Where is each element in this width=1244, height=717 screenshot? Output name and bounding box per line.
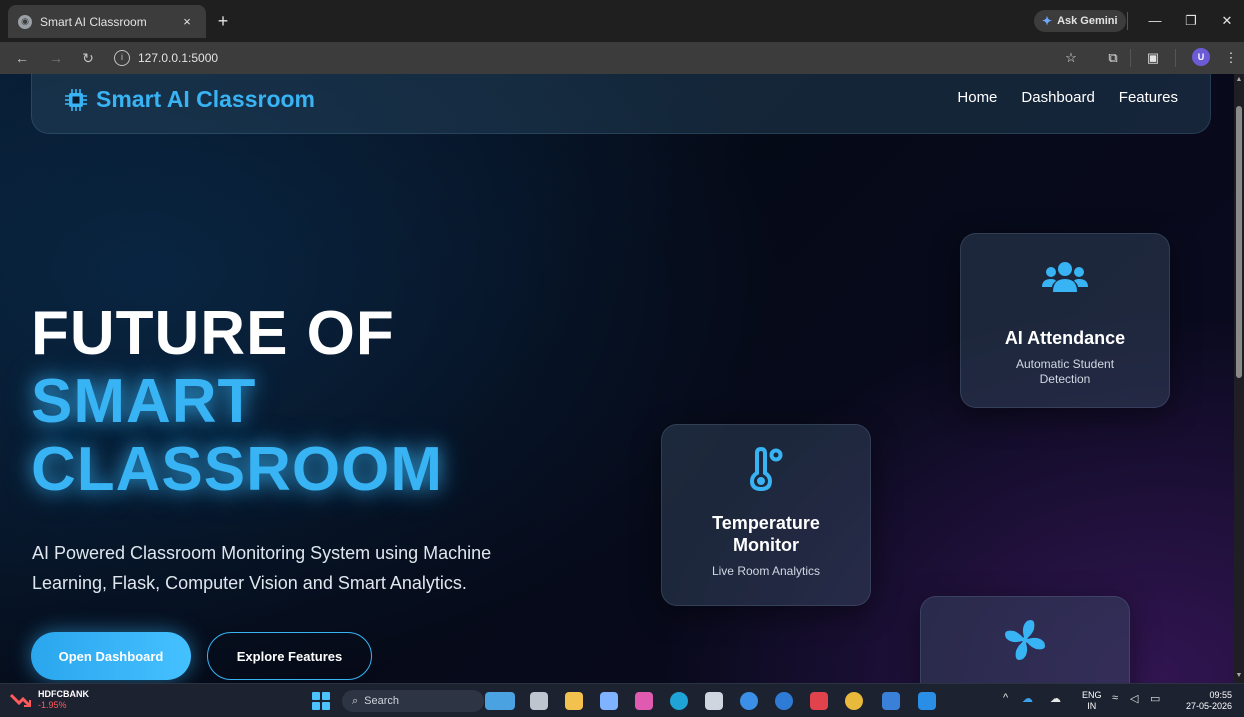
stock-name: HDFCBANK xyxy=(38,689,89,699)
cloud-sync-icon[interactable]: ☁ xyxy=(1050,692,1061,705)
card-title: Temperature Monitor xyxy=(712,513,820,555)
scroll-down-arrow-icon[interactable]: ▼ xyxy=(1235,672,1243,680)
address-bar-row: ← → ↻ i 127.0.0.1:5000 ☆ ⧉ ▣ ⋮ xyxy=(0,42,1244,74)
nav-home-link[interactable]: Home xyxy=(957,89,997,106)
extensions-puzzle-icon[interactable]: ⧉ xyxy=(1102,48,1124,68)
lang-top: ENG xyxy=(1082,690,1102,700)
edge-browser-icon[interactable] xyxy=(670,692,688,710)
site-info-icon[interactable]: i xyxy=(114,50,130,66)
thermometer-icon xyxy=(749,446,783,492)
lang-bottom: IN xyxy=(1087,701,1097,711)
nav-dashboard-link[interactable]: Dashboard xyxy=(1021,89,1094,106)
profile-avatar[interactable]: U xyxy=(1192,48,1210,66)
reload-icon[interactable]: ↻ xyxy=(78,48,98,68)
stock-trend-icon xyxy=(10,693,32,708)
bookmark-star-icon[interactable]: ☆ xyxy=(1060,48,1082,68)
language-indicator[interactable]: ENG IN xyxy=(1082,690,1102,712)
store-app-icon[interactable] xyxy=(705,692,723,710)
url-field[interactable]: i 127.0.0.1:5000 xyxy=(110,46,1090,70)
back-arrow-icon[interactable]: ← xyxy=(12,48,32,68)
chip-icon xyxy=(65,88,87,111)
side-panel-icon[interactable]: ▣ xyxy=(1142,48,1164,68)
taskbar-search[interactable]: ⌕ Search xyxy=(342,690,484,712)
windows-taskbar: HDFCBANK -1.95% ⌕ Search ^ ☁ ☁ ENG IN ≈ … xyxy=(0,683,1244,717)
menu-kebab-icon[interactable]: ⋮ xyxy=(1220,48,1242,68)
hp-app-icon[interactable] xyxy=(775,692,793,710)
ask-gemini-label: Ask Gemini xyxy=(1057,15,1118,27)
stock-change: -1.95% xyxy=(38,700,67,710)
browser-tab-strip: ◉ Smart AI Classroom × + ✦ Ask Gemini — … xyxy=(0,0,1244,42)
site-logo[interactable]: Smart AI Classroom xyxy=(64,86,315,113)
divider xyxy=(1130,49,1131,67)
open-dashboard-button[interactable]: Open Dashboard xyxy=(31,632,191,680)
feature-card-fan[interactable] xyxy=(920,596,1130,683)
tab-close-icon[interactable]: × xyxy=(178,14,196,29)
volume-icon[interactable]: ◁ xyxy=(1130,692,1138,705)
gemini-sparkle-icon: ✦ xyxy=(1042,14,1053,28)
forward-arrow-icon[interactable]: → xyxy=(46,48,66,68)
taskbar-clock[interactable]: 09:55 27-05-2026 xyxy=(1186,690,1232,712)
divider xyxy=(1175,49,1176,67)
divider xyxy=(1127,12,1128,30)
browser-tab[interactable]: ◉ Smart AI Classroom × xyxy=(8,5,206,38)
explore-features-button[interactable]: Explore Features xyxy=(207,632,372,680)
widgets-app-icon[interactable] xyxy=(485,692,515,710)
fan-icon xyxy=(1005,620,1045,660)
search-icon: ⌕ xyxy=(352,694,359,707)
notepad-app-icon[interactable] xyxy=(600,692,618,710)
hero-subtitle: AI Powered Classroom Monitoring System u… xyxy=(32,543,492,593)
hero-line-2: SMART xyxy=(31,367,257,436)
ask-gemini-button[interactable]: ✦ Ask Gemini xyxy=(1034,10,1126,32)
card-description: Automatic Student Detection xyxy=(1015,357,1115,386)
stock-widget[interactable]: HDFCBANK -1.95% xyxy=(10,689,89,711)
file-explorer-icon[interactable] xyxy=(565,692,583,710)
url-text: 127.0.0.1:5000 xyxy=(138,51,219,65)
battery-icon[interactable]: ▭ xyxy=(1150,692,1160,705)
clock-date: 27-05-2026 xyxy=(1185,701,1232,711)
wps-office-icon[interactable] xyxy=(810,692,828,710)
page-viewport: Smart AI Classroom Home Dashboard Featur… xyxy=(0,74,1244,683)
feature-card-temperature[interactable]: Temperature Monitor Live Room Analytics xyxy=(661,424,871,606)
hero-line-1: FUTURE OF xyxy=(31,299,395,368)
hero-line-3: CLASSROOM xyxy=(31,435,443,504)
help-app-icon[interactable] xyxy=(740,692,758,710)
copilot-app-icon[interactable] xyxy=(635,692,653,710)
site-menu: Home Dashboard Features xyxy=(957,89,1178,106)
close-window-icon[interactable]: ✕ xyxy=(1212,10,1242,32)
chrome-browser-icon[interactable] xyxy=(845,692,863,710)
new-tab-button[interactable]: + xyxy=(213,11,233,31)
feature-card-attendance[interactable]: AI Attendance Automatic Student Detectio… xyxy=(960,233,1170,408)
search-label: Search xyxy=(364,695,400,707)
scrollbar-thumb[interactable] xyxy=(1236,106,1242,378)
nav-features-link[interactable]: Features xyxy=(1119,89,1178,106)
wifi-icon[interactable]: ≈ xyxy=(1112,692,1118,704)
onedrive-cloud-icon[interactable]: ☁ xyxy=(1022,692,1033,705)
windows-start-icon[interactable] xyxy=(312,692,330,710)
globe-icon: ◉ xyxy=(18,14,32,29)
outlook-app-icon[interactable] xyxy=(882,692,900,710)
scroll-up-arrow-icon[interactable]: ▲ xyxy=(1235,76,1243,84)
tray-overflow-chevron-icon[interactable]: ^ xyxy=(1003,692,1008,704)
site-navbar: Smart AI Classroom Home Dashboard Featur… xyxy=(31,74,1211,134)
tab-title: Smart AI Classroom xyxy=(40,14,147,29)
hero-heading: FUTURE OF SMART CLASSROOM xyxy=(31,300,443,504)
clock-time: 09:55 xyxy=(1209,690,1232,700)
task-view-icon[interactable] xyxy=(530,692,548,710)
restore-icon[interactable]: ❐ xyxy=(1176,10,1206,32)
vscode-app-icon[interactable] xyxy=(918,692,936,710)
site-brand-name: Smart AI Classroom xyxy=(96,86,315,112)
minimize-icon[interactable]: — xyxy=(1140,10,1170,32)
card-description: Live Room Analytics xyxy=(711,564,821,578)
card-title: AI Attendance xyxy=(1004,328,1126,348)
users-icon xyxy=(1042,262,1088,292)
